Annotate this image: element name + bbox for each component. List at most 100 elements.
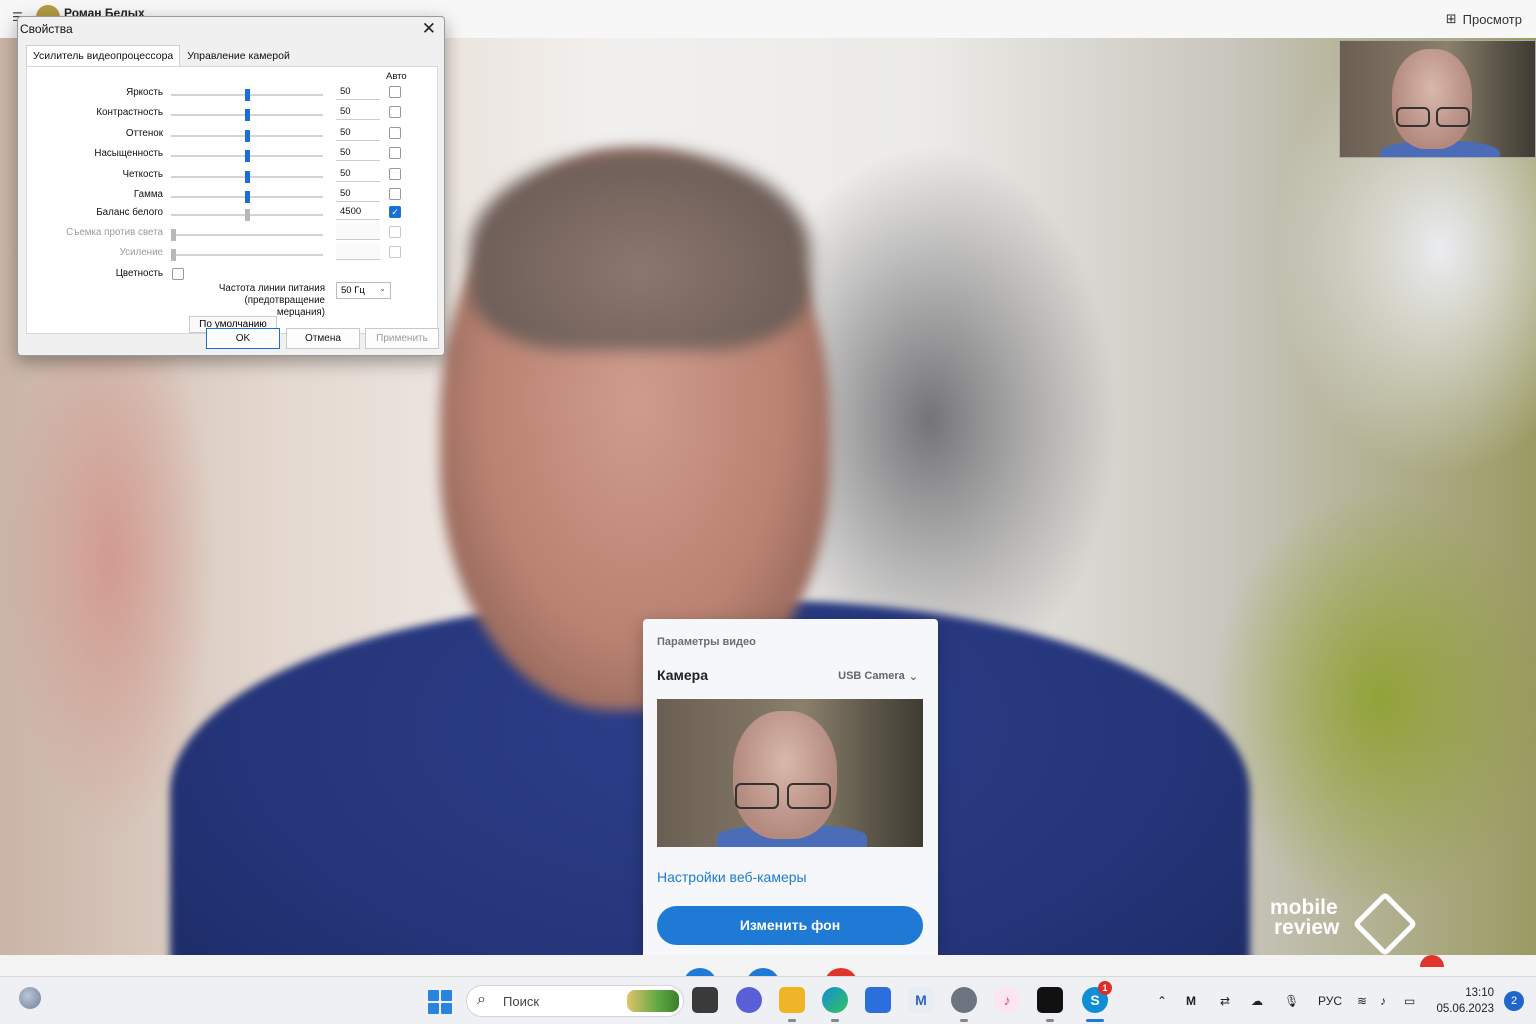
terminal-icon[interactable] (1037, 987, 1063, 1013)
clock-date: 05.06.2023 (1436, 1003, 1494, 1015)
app-tray-icon[interactable]: M (1186, 994, 1196, 1008)
property-label: Четкость (122, 169, 163, 180)
file-explorer-icon[interactable] (779, 987, 805, 1013)
camera-select-value: USB Camera (838, 670, 905, 682)
remote-person-hair (470, 150, 810, 350)
task-view-icon[interactable] (692, 987, 718, 1013)
change-background-button[interactable]: Изменить фон (657, 906, 923, 945)
property-value[interactable]: 50 (336, 144, 380, 161)
self-view-thumbnail[interactable] (1339, 40, 1536, 158)
slider-thumb (171, 229, 176, 241)
volume-icon[interactable]: ♪ (1380, 994, 1386, 1008)
search-icon: ⌕ (477, 991, 486, 1008)
clock[interactable]: 13:10 05.06.2023 (1436, 985, 1494, 1017)
slider-thumb[interactable] (245, 150, 250, 162)
properties-panel: Авто Яркость 50 Контрастность 50 Оттенок 50 На… (26, 66, 438, 334)
tab-camera-control[interactable]: Управление камерой (180, 45, 297, 66)
webcam-settings-link[interactable]: Настройки веб-камеры (657, 869, 807, 885)
chevron-up-icon[interactable]: ⌃ (1157, 994, 1167, 1008)
auto-checkbox[interactable] (389, 147, 401, 159)
auto-checkbox[interactable] (389, 188, 401, 200)
search-highlight-art (627, 990, 679, 1012)
grid-view-icon: ⊞ (1445, 11, 1457, 26)
language-indicator[interactable]: РУС (1318, 994, 1342, 1008)
property-label: Съемка против света (66, 227, 163, 238)
power-line-label: Частота линии питания (предотвращение ме… (218, 283, 325, 318)
property-slider[interactable] (171, 171, 323, 183)
slider-thumb[interactable] (245, 109, 250, 121)
view-button[interactable]: ⊞ Просмотр (1446, 11, 1522, 27)
running-indicator (831, 1019, 839, 1022)
property-value[interactable]: 50 (336, 103, 380, 120)
settings-gear-icon[interactable] (951, 987, 977, 1013)
reaction-icon[interactable] (1420, 955, 1444, 967)
property-slider[interactable] (171, 191, 323, 203)
property-value[interactable]: 50 (336, 165, 380, 182)
property-label: Оттенок (125, 128, 163, 139)
widgets-icon[interactable] (19, 987, 41, 1009)
property-slider (171, 249, 323, 261)
properties-dialog: Свойства ✕ Усилитель видеопроцессора Упр… (17, 16, 445, 356)
chat-icon[interactable] (736, 987, 762, 1013)
watermark-text: mobile review (1270, 897, 1340, 939)
preview-glasses-left (735, 783, 779, 809)
view-button-label: Просмотр (1462, 11, 1522, 27)
slider-thumb[interactable] (245, 171, 250, 183)
media-app-icon[interactable]: M (908, 987, 934, 1013)
edge-browser-icon[interactable] (822, 987, 848, 1013)
running-indicator (960, 1019, 968, 1022)
tab-video-proc-amp[interactable]: Усилитель видеопроцессора (26, 45, 181, 66)
color-label: Цветность (115, 268, 163, 279)
camera-select[interactable]: USB Camera ⌄ (838, 670, 918, 683)
power-line-select[interactable]: 50 Гц ⌄ (336, 282, 391, 299)
sync-tray-icon[interactable]: ⇄ (1220, 994, 1230, 1008)
ok-button[interactable]: OK (206, 328, 280, 349)
notification-badge[interactable]: 2 (1504, 991, 1524, 1011)
property-label: Баланс белого (96, 207, 163, 218)
chevron-down-icon: ⌄ (908, 671, 918, 683)
wifi-icon[interactable]: ≋ (1357, 994, 1367, 1008)
slider-thumb[interactable] (245, 191, 250, 203)
itunes-icon[interactable]: ♪ (994, 987, 1020, 1013)
property-slider[interactable] (171, 209, 323, 221)
start-icon[interactable] (428, 990, 452, 1014)
auto-column-label: Авто (386, 71, 407, 82)
property-value (336, 243, 380, 260)
taskbar: ⌕ Поиск M ♪ S 1 ⌃ M ⇄ ☁ 🎙 РУС ≋ ♪ ▭ 13:1… (0, 976, 1536, 1024)
cloud-tray-icon[interactable]: ☁ (1251, 994, 1263, 1008)
auto-checkbox[interactable] (389, 168, 401, 180)
close-icon[interactable]: ✕ (422, 19, 436, 39)
color-checkbox[interactable] (172, 268, 184, 280)
slider-thumb[interactable] (245, 130, 250, 142)
property-value[interactable]: 4500 (336, 203, 380, 220)
chevron-down-icon: ⌄ (379, 284, 386, 293)
watermark-line2: review (1274, 916, 1340, 939)
property-slider[interactable] (171, 130, 323, 142)
slider-thumb[interactable] (245, 209, 250, 221)
apply-button[interactable]: Применить (365, 328, 439, 349)
running-indicator (788, 1019, 796, 1022)
property-slider[interactable] (171, 89, 323, 101)
property-value[interactable]: 50 (336, 83, 380, 100)
property-label: Яркость (126, 87, 163, 98)
taskbar-search[interactable]: ⌕ Поиск (466, 985, 684, 1017)
battery-icon[interactable]: ▭ (1404, 994, 1415, 1008)
auto-checkbox[interactable] (389, 106, 401, 118)
property-slider[interactable] (171, 109, 323, 121)
property-value[interactable]: 50 (336, 185, 380, 202)
video-settings-panel: Параметры видео Камера USB Camera ⌄ Наст… (643, 619, 938, 955)
store-icon[interactable] (865, 987, 891, 1013)
property-value (336, 223, 380, 240)
auto-checkbox[interactable] (389, 127, 401, 139)
property-label: Контрастность (96, 107, 163, 118)
video-settings-title: Параметры видео (657, 636, 756, 648)
preview-glasses-right (787, 783, 831, 809)
property-slider[interactable] (171, 150, 323, 162)
microphone-icon[interactable]: 🎙 (1284, 994, 1299, 1008)
auto-checkbox[interactable]: ✓ (389, 206, 401, 218)
property-value[interactable]: 50 (336, 124, 380, 141)
auto-checkbox[interactable] (389, 86, 401, 98)
cancel-button[interactable]: Отмена (286, 328, 360, 349)
slider-thumb[interactable] (245, 89, 250, 101)
clock-time: 13:10 (1465, 987, 1494, 999)
